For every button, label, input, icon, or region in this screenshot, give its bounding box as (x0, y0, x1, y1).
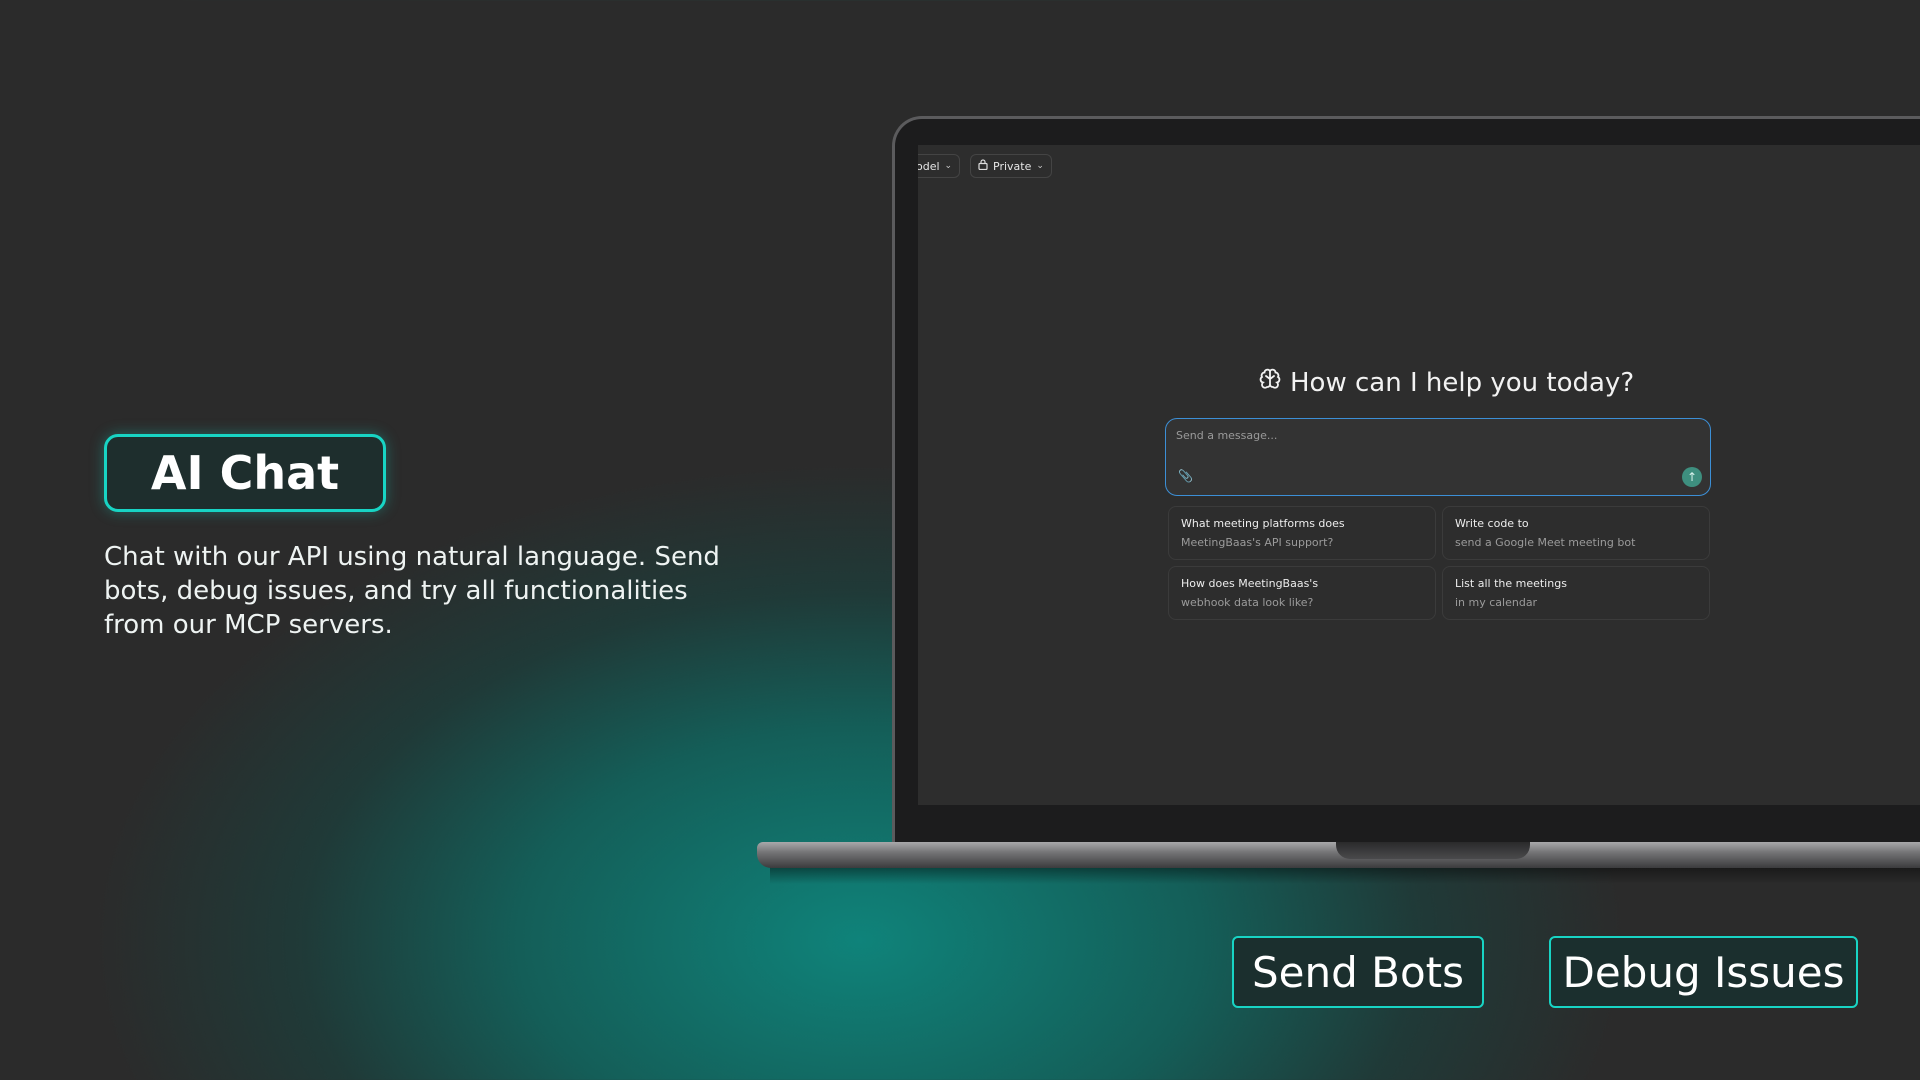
greeting-text: How can I help you today? (1290, 367, 1635, 398)
suggestion-title: What meeting platforms does (1181, 517, 1345, 530)
paperclip-icon[interactable]: 📎 (1178, 469, 1193, 483)
suggestion-title: List all the meetings (1455, 577, 1567, 590)
suggestion-card[interactable]: How does MeetingBaas's webhook data look… (1168, 566, 1436, 620)
feature-description: Chat with our API using natural language… (104, 542, 720, 640)
chevron-down-icon: ⌄ (1036, 161, 1044, 171)
greeting: How can I help you today? (1258, 367, 1658, 398)
suggestion-subtitle: send a Google Meet meeting bot (1455, 536, 1636, 549)
laptop-notch (1336, 842, 1530, 859)
send-button[interactable]: ↑ (1682, 467, 1702, 487)
visibility-selector-label: Private (993, 159, 1032, 173)
suggestion-card[interactable]: List all the meetings in my calendar (1442, 566, 1710, 620)
model-selector[interactable]: odel ⌄ (918, 154, 961, 178)
suggestion-title: How does MeetingBaas's (1181, 577, 1319, 590)
laptop-base-shadow (770, 866, 1920, 884)
suggestion-card[interactable]: What meeting platforms does MeetingBaas'… (1168, 506, 1436, 560)
suggestion-subtitle: webhook data look like? (1181, 596, 1314, 609)
send-bots-label: Send Bots (1252, 947, 1464, 997)
send-bots-button[interactable]: Send Bots (1232, 936, 1484, 1008)
feature-title-badge: AI Chat (104, 434, 386, 512)
debug-issues-button[interactable]: Debug Issues (1549, 936, 1858, 1008)
suggestion-subtitle: MeetingBaas's API support? (1181, 536, 1334, 549)
laptop-screen: odel ⌄ Private ⌄ How can I help you toda… (918, 145, 1920, 805)
message-composer[interactable]: Send a message... 📎 ↑ (1165, 418, 1711, 496)
model-selector-label: odel (918, 159, 940, 173)
debug-issues-label: Debug Issues (1562, 947, 1845, 997)
arrow-up-icon: ↑ (1686, 470, 1698, 484)
suggestion-subtitle: in my calendar (1455, 596, 1538, 609)
feature-title: AI Chat (150, 446, 340, 500)
brain-icon (1258, 367, 1282, 398)
suggestion-title: Write code to (1455, 517, 1529, 530)
suggestion-card[interactable]: Write code to send a Google Meet meeting… (1442, 506, 1710, 560)
lock-icon (978, 159, 988, 173)
message-input[interactable]: Send a message... (1176, 429, 1576, 442)
chevron-down-icon: ⌄ (944, 161, 953, 171)
visibility-selector[interactable]: Private ⌄ (970, 154, 1052, 178)
